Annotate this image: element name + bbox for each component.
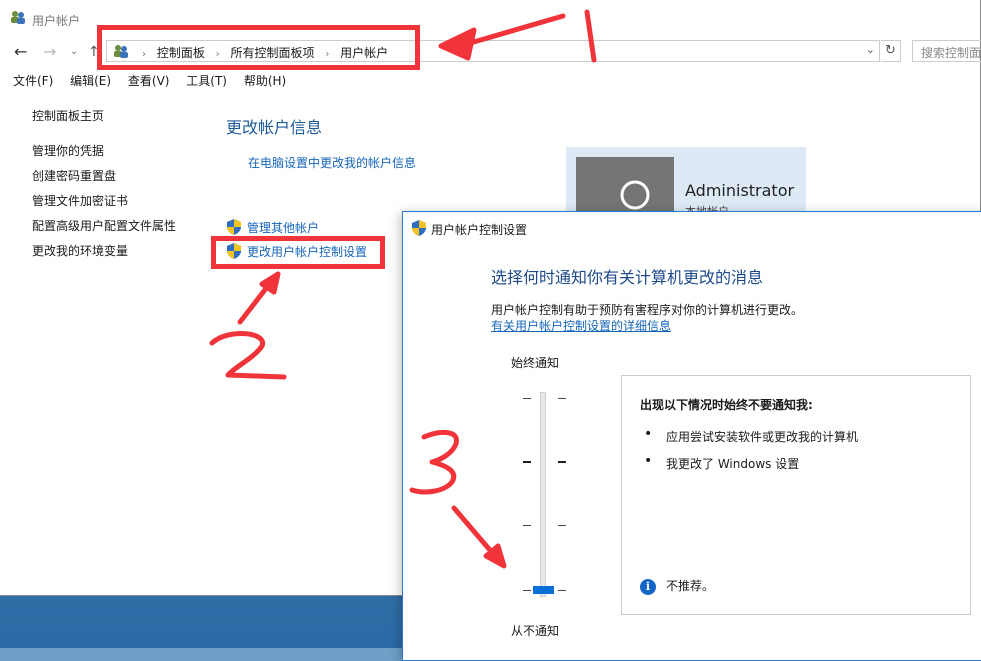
forward-arrow-icon[interactable]: → <box>43 42 56 61</box>
pc-settings-link[interactable]: 在电脑设置中更改我的帐户信息 <box>248 154 416 171</box>
slider-tick <box>523 461 531 463</box>
dialog-title: 用户帐户控制设置 <box>431 223 528 237</box>
sidebar-item-reset-disk[interactable]: 创建密码重置盘 <box>32 168 176 193</box>
menu-file[interactable]: 文件(F) <box>13 74 53 88</box>
dialog-description: 用户帐户控制有助于预防有害程序对你的计算机进行更改。 <box>491 303 804 317</box>
uac-details-link[interactable]: 有关用户帐户控制设置的详细信息 <box>491 317 671 334</box>
info-box-title: 出现以下情况时始终不要通知我: <box>640 398 813 412</box>
menu-help[interactable]: 帮助(H) <box>244 74 286 88</box>
account-name: Administrator <box>685 181 795 200</box>
sidebar-item-encryption-cert[interactable]: 管理文件加密证书 <box>32 193 176 218</box>
notification-info-box: 出现以下情况时始终不要通知我: 应用尝试安装软件或更改我的计算机 我更改了 Wi… <box>621 375 971 615</box>
annotation-box-address <box>97 25 420 70</box>
uac-settings-dialog: 用户帐户控制设置 选择何时通知你有关计算机更改的消息 用户帐户控制有助于预防有害… <box>402 211 981 661</box>
annotation-box-uac-link <box>211 236 385 269</box>
slider-tick <box>558 590 566 591</box>
back-arrow-icon[interactable]: ← <box>14 42 27 61</box>
uac-slider-track[interactable] <box>540 392 546 597</box>
slider-label-always: 始终通知 <box>511 356 560 370</box>
menu-bar: 文件(F) 编辑(E) 查看(V) 工具(T) 帮助(H) <box>13 72 299 89</box>
not-recommended-note: i 不推荐。 <box>640 577 714 595</box>
account-card: Administrator 本地帐户 <box>566 147 806 217</box>
shield-icon <box>412 220 426 236</box>
sidebar-item-profile-properties[interactable]: 配置高级用户配置文件属性 <box>32 218 176 243</box>
slider-tick <box>523 590 531 591</box>
slider-tick <box>523 398 531 399</box>
avatar <box>576 157 674 217</box>
users-icon <box>11 11 25 24</box>
sidebar-item-home[interactable]: 控制面板主页 <box>32 108 176 133</box>
menu-tools[interactable]: 工具(T) <box>186 74 227 88</box>
slider-label-never: 从不通知 <box>511 624 560 638</box>
recent-locations-icon[interactable]: ⌄ <box>70 46 78 57</box>
slider-tick <box>558 461 566 463</box>
window-title: 用户帐户 <box>32 14 81 28</box>
slider-tick <box>558 398 566 399</box>
shield-icon <box>227 219 241 235</box>
chevron-down-icon[interactable]: ⌄ <box>866 43 875 56</box>
dialog-heading: 选择何时通知你有关计算机更改的消息 <box>491 268 764 287</box>
search-input[interactable]: 搜索控制面板 <box>912 40 981 62</box>
menu-view[interactable]: 查看(V) <box>128 74 170 88</box>
sidebar-item-credentials[interactable]: 管理你的凭据 <box>32 143 176 168</box>
sidebar-item-env-vars[interactable]: 更改我的环境变量 <box>32 243 176 268</box>
menu-edit[interactable]: 编辑(E) <box>70 74 111 88</box>
sidebar: 控制面板主页 管理你的凭据 创建密码重置盘 管理文件加密证书 配置高级用户配置文… <box>32 108 176 268</box>
refresh-icon[interactable]: ↻ <box>881 40 901 62</box>
manage-other-accounts-link[interactable]: 管理其他帐户 <box>227 219 319 236</box>
user-silhouette-icon <box>620 180 650 217</box>
slider-tick <box>558 525 566 526</box>
page-title: 更改帐户信息 <box>226 118 323 137</box>
list-item: 我更改了 Windows 设置 <box>644 453 799 472</box>
slider-tick <box>523 525 531 526</box>
uac-slider-thumb[interactable] <box>533 586 554 594</box>
manage-other-accounts-label: 管理其他帐户 <box>247 221 320 235</box>
info-icon: i <box>640 579 656 595</box>
list-item: 应用尝试安装软件或更改我的计算机 <box>644 426 858 445</box>
